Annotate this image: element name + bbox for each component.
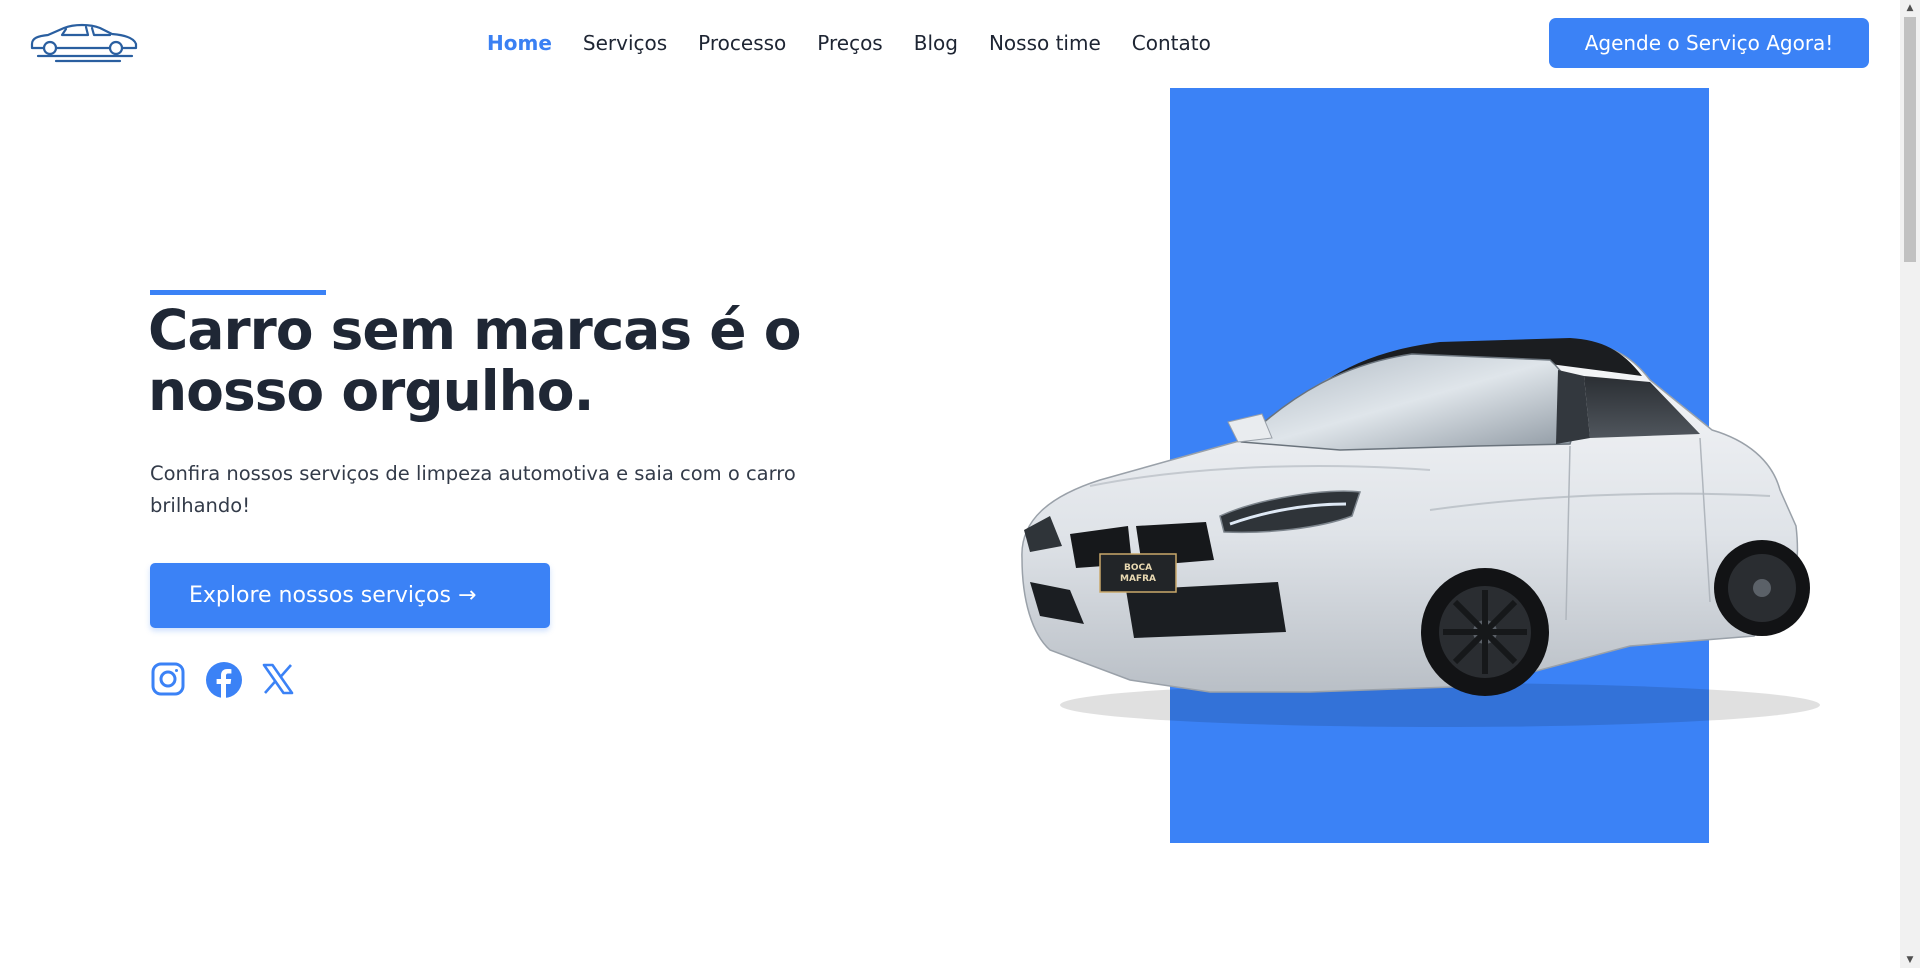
- car-logo-icon[interactable]: [28, 20, 142, 64]
- main-nav: Home Serviços Processo Preços Blog Nosso…: [487, 24, 1211, 62]
- svg-text:MAFRA: MAFRA: [1120, 574, 1156, 584]
- nav-link-precos[interactable]: Preços: [817, 31, 882, 55]
- hero-title: Carro sem marcas é o nosso orgulho.: [148, 298, 802, 423]
- instagram-icon[interactable]: [150, 661, 186, 697]
- page-viewport: Home Serviços Processo Preços Blog Nosso…: [0, 0, 1900, 968]
- nav-link-processo[interactable]: Processo: [698, 31, 786, 55]
- nav-link-contato[interactable]: Contato: [1132, 31, 1211, 55]
- explore-services-button[interactable]: Explore nossos serviços →: [150, 563, 550, 628]
- nav-link-home[interactable]: Home: [487, 31, 552, 55]
- scroll-down-arrow-icon[interactable]: ▼: [1900, 952, 1920, 968]
- nav-link-blog[interactable]: Blog: [914, 31, 958, 55]
- scrollbar-thumb[interactable]: [1904, 17, 1916, 262]
- vertical-scrollbar[interactable]: ▲ ▼: [1900, 0, 1920, 968]
- facebook-icon[interactable]: [205, 661, 242, 698]
- car-image: BOCA MAFRA: [1010, 320, 1850, 740]
- hero-accent-line: [150, 290, 326, 295]
- x-twitter-icon[interactable]: [260, 661, 296, 697]
- hero-subtitle: Confira nossos serviços de limpeza autom…: [150, 462, 796, 517]
- scroll-up-arrow-icon[interactable]: ▲: [1900, 0, 1920, 16]
- svg-text:BOCA: BOCA: [1124, 563, 1152, 573]
- social-links: [150, 660, 296, 698]
- nav-link-servicos[interactable]: Serviços: [583, 31, 667, 55]
- schedule-service-button[interactable]: Agende o Serviço Agora!: [1549, 18, 1869, 68]
- nav-link-nosso-time[interactable]: Nosso time: [989, 31, 1101, 55]
